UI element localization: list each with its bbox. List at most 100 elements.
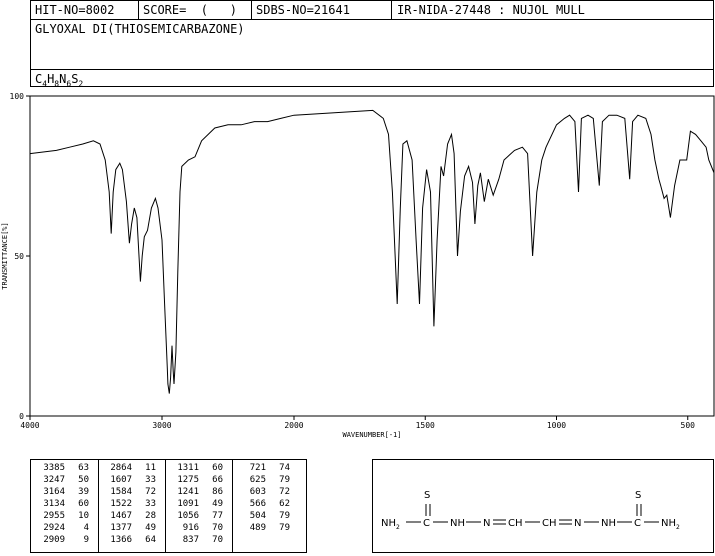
peak-transmittance: 79 bbox=[279, 523, 290, 533]
peak-entry: 721 74 bbox=[236, 463, 290, 475]
x-tick-label: 2000 bbox=[284, 421, 303, 430]
peak-wavenumber: 489 bbox=[249, 523, 266, 533]
peak-transmittance: 72 bbox=[279, 487, 290, 497]
header-divider bbox=[251, 1, 252, 19]
y-tick-label: 50 bbox=[14, 252, 24, 261]
score-field: SCORE= ( ) bbox=[143, 3, 237, 17]
peak-transmittance: 79 bbox=[279, 511, 290, 521]
peak-table: 3385 63 3247 50 3164 39 3134 60 2955 10 2924 4 2909 9… bbox=[30, 459, 307, 553]
peak-transmittance: 33 bbox=[145, 499, 156, 509]
y-axis-label: TRANSMITTANCE[%] bbox=[1, 222, 9, 289]
peak-entry: 2955 10 bbox=[35, 511, 89, 523]
header-divider bbox=[138, 1, 139, 19]
x-tick-label: 3000 bbox=[152, 421, 171, 430]
peak-transmittance: 60 bbox=[78, 499, 89, 509]
peak-wavenumber: 3247 bbox=[43, 475, 65, 485]
peak-wavenumber: 2955 bbox=[43, 511, 65, 521]
peak-transmittance: 62 bbox=[279, 499, 290, 509]
peak-entry: 837 70 bbox=[169, 535, 223, 547]
peak-transmittance: 74 bbox=[279, 463, 290, 473]
peak-entry: 1584 72 bbox=[102, 487, 156, 499]
peak-wavenumber: 3134 bbox=[43, 499, 65, 509]
carbon-atom-left: C bbox=[423, 518, 430, 529]
structure-diagram: NH2 C S NH N CH CH N NH C S NH2 bbox=[372, 459, 714, 553]
x-tick-label: 1000 bbox=[547, 421, 566, 430]
x-tick-label: 4000 bbox=[20, 421, 39, 430]
peak-wavenumber: 916 bbox=[182, 523, 199, 533]
ch-group-right: CH bbox=[542, 518, 557, 529]
peak-entry: 2864 11 bbox=[102, 463, 156, 475]
ch-group-left: CH bbox=[508, 518, 523, 529]
peak-wavenumber: 1584 bbox=[110, 487, 132, 497]
peak-wavenumber: 3164 bbox=[43, 487, 65, 497]
peak-wavenumber: 603 bbox=[249, 487, 266, 497]
molecule-structure: NH2 C S NH N CH CH N NH C S NH2 bbox=[381, 490, 680, 531]
peak-wavenumber: 2864 bbox=[110, 463, 132, 473]
peak-entry: 1056 77 bbox=[169, 511, 223, 523]
peak-entry: 1091 49 bbox=[169, 499, 223, 511]
peak-entry: 625 79 bbox=[236, 475, 290, 487]
peak-wavenumber: 1091 bbox=[177, 499, 199, 509]
peak-wavenumber: 1377 bbox=[110, 523, 132, 533]
peak-entry: 916 70 bbox=[169, 523, 223, 535]
peak-wavenumber: 1366 bbox=[110, 535, 132, 545]
peak-transmittance: 10 bbox=[78, 511, 89, 521]
peak-entry: 3385 63 bbox=[35, 463, 89, 475]
x-axis-label: WAVENUMBER[-1] bbox=[342, 431, 401, 439]
column-divider bbox=[165, 460, 166, 552]
peak-transmittance: 50 bbox=[78, 475, 89, 485]
y-tick-label: 0 bbox=[19, 412, 24, 421]
peak-entry: 1366 64 bbox=[102, 535, 156, 547]
peak-transmittance: 64 bbox=[145, 535, 156, 545]
nh-group-left: NH bbox=[450, 518, 465, 529]
x-tick-label: 1500 bbox=[416, 421, 435, 430]
spectrum-header: HIT-NO=8002 SCORE= ( ) SDBS-NO=21641 IR-… bbox=[30, 0, 714, 88]
peak-transmittance: 66 bbox=[212, 475, 223, 485]
peak-wavenumber: 1275 bbox=[177, 475, 199, 485]
peak-transmittance: 70 bbox=[212, 523, 223, 533]
peak-entry: 1241 86 bbox=[169, 487, 223, 499]
peak-entry: 504 79 bbox=[236, 511, 290, 523]
peak-entry: 2909 9 bbox=[35, 535, 89, 547]
peak-wavenumber: 1311 bbox=[177, 463, 199, 473]
sulfur-atom-right: S bbox=[635, 490, 641, 501]
peak-wavenumber: 566 bbox=[249, 499, 266, 509]
peak-transmittance: 77 bbox=[212, 511, 223, 521]
peak-wavenumber: 1467 bbox=[110, 511, 132, 521]
peak-entry: 603 72 bbox=[236, 487, 290, 499]
peak-transmittance: 63 bbox=[78, 463, 89, 473]
peak-transmittance: 11 bbox=[145, 463, 156, 473]
sulfur-atom-left: S bbox=[424, 490, 430, 501]
peak-wavenumber: 721 bbox=[249, 463, 266, 473]
peak-entry: 1377 49 bbox=[102, 523, 156, 535]
peak-entry: 3164 39 bbox=[35, 487, 89, 499]
nh-group-right: NH bbox=[601, 518, 616, 529]
peak-entry: 2924 4 bbox=[35, 523, 89, 535]
peak-wavenumber: 2909 bbox=[43, 535, 65, 545]
peak-transmittance: 39 bbox=[78, 487, 89, 497]
peak-wavenumber: 837 bbox=[182, 535, 199, 545]
y-tick-label: 100 bbox=[10, 92, 25, 101]
x-tick-label: 500 bbox=[681, 421, 696, 430]
peak-transmittance: 49 bbox=[145, 523, 156, 533]
column-divider bbox=[232, 460, 233, 552]
peak-entry: 1467 28 bbox=[102, 511, 156, 523]
peak-wavenumber: 1241 bbox=[177, 487, 199, 497]
amine-group-left: NH2 bbox=[381, 518, 400, 531]
peak-entry: 1522 33 bbox=[102, 499, 156, 511]
peak-wavenumber: 1607 bbox=[110, 475, 132, 485]
peak-entry: 1607 33 bbox=[102, 475, 156, 487]
peak-wavenumber: 1056 bbox=[177, 511, 199, 521]
peak-entry: 489 79 bbox=[236, 523, 290, 535]
transmittance-curve bbox=[29, 109, 715, 394]
peak-transmittance: 72 bbox=[145, 487, 156, 497]
peak-transmittance: 28 bbox=[145, 511, 156, 521]
sdbs-number: SDBS-NO=21641 bbox=[256, 3, 350, 17]
peak-transmittance: 86 bbox=[212, 487, 223, 497]
header-rule bbox=[31, 19, 713, 20]
peak-transmittance: 4 bbox=[83, 523, 89, 533]
peak-wavenumber: 1522 bbox=[110, 499, 132, 509]
peak-transmittance: 33 bbox=[145, 475, 156, 485]
peak-entry: 1311 60 bbox=[169, 463, 223, 475]
ir-spectrum-chart: 4000 3000 2000 1500 1000 500100500 WAVENUMBER… bbox=[1, 92, 715, 439]
